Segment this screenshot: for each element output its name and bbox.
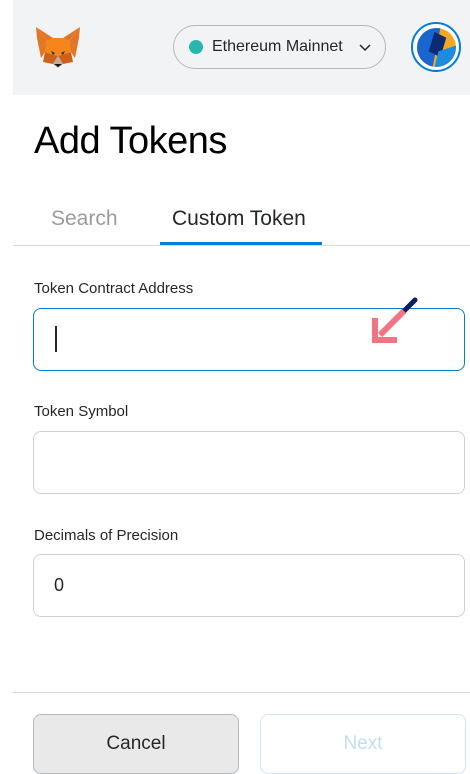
app-header: Ethereum Mainnet	[13, 0, 470, 95]
contract-address-label: Token Contract Address	[34, 280, 194, 297]
token-symbol-input[interactable]	[33, 431, 465, 494]
page-title: Add Tokens	[34, 120, 227, 162]
decimals-label: Decimals of Precision	[34, 527, 179, 544]
tab-search[interactable]: Search	[51, 207, 118, 231]
metamask-fox-logo[interactable]	[33, 24, 83, 70]
cancel-button[interactable]: Cancel	[33, 714, 239, 774]
footer-divider	[13, 692, 470, 693]
identicon-icon	[416, 27, 456, 67]
tabs-divider	[13, 245, 470, 246]
annotation-arrow-icon	[372, 297, 418, 343]
text-cursor	[55, 326, 57, 352]
token-symbol-label: Token Symbol	[34, 403, 129, 420]
account-avatar[interactable]	[411, 22, 461, 72]
network-label: Ethereum Mainnet	[212, 38, 343, 55]
network-selector[interactable]: Ethereum Mainnet	[173, 25, 386, 69]
next-button[interactable]: Next	[260, 714, 466, 774]
network-status-dot	[189, 40, 203, 54]
decimals-input[interactable]	[33, 554, 465, 617]
chevron-down-icon	[359, 44, 371, 52]
tab-custom-token[interactable]: Custom Token	[172, 207, 306, 231]
